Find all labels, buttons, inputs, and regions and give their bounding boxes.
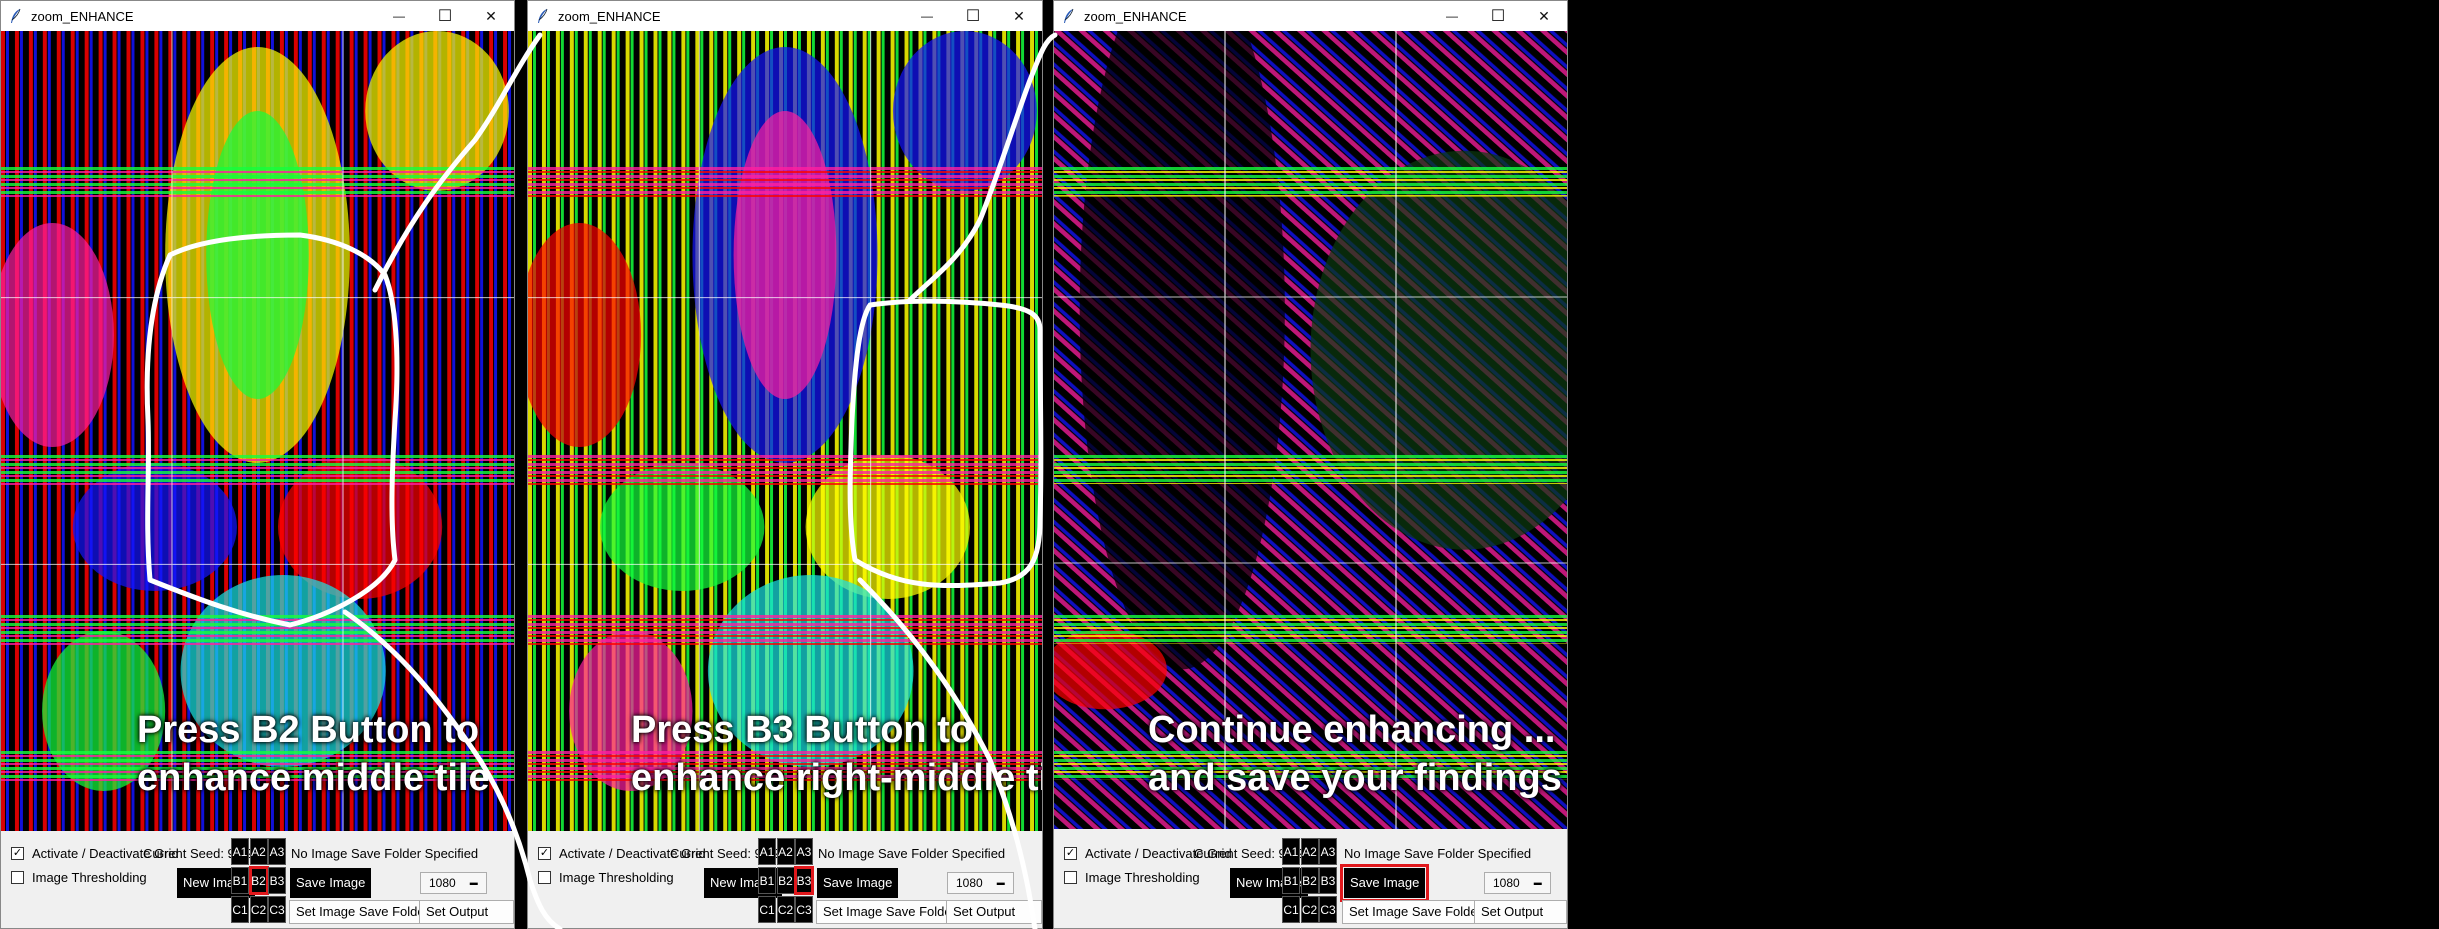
control-panel: ✓ Activate / Deactivate Grid Image Thresho… — [528, 836, 1042, 928]
tile-button-c2[interactable]: C2 — [249, 896, 268, 923]
tile-button-a2[interactable]: A2 — [776, 838, 795, 865]
tile-button-c3[interactable]: C3 — [268, 896, 286, 923]
title-bar: zoom_ENHANCE — ☐ ✕ — [1054, 1, 1567, 31]
checkbox-mark[interactable] — [1064, 871, 1077, 884]
set-output-resolution-button[interactable]: Set Output Resolution — [1474, 900, 1567, 928]
window-2: zoom_ENHANCE — ☐ ✕ Press B3 Button to enhanc… — [527, 0, 1043, 929]
tile-button-a1[interactable]: A1 — [1282, 838, 1300, 865]
resolution-dropdown[interactable]: 1080 ▬ — [1484, 872, 1551, 894]
window-title: zoom_ENHANCE — [1084, 8, 1187, 24]
tile-button-c2[interactable]: C2 — [776, 896, 795, 923]
window-1: zoom_ENHANCE — ☐ ✕ Press B2 Button to enhanc… — [0, 0, 515, 929]
dropdown-arrow-icon: ▬ — [996, 878, 1005, 887]
minimize-icon[interactable]: — — [1429, 1, 1475, 31]
tile-button-a1[interactable]: A1 — [758, 838, 776, 865]
dropdown-arrow-icon: ▬ — [1533, 878, 1542, 887]
tile-button-b3[interactable]: B3 — [794, 866, 814, 895]
title-bar: zoom_ENHANCE — ☐ ✕ — [1, 1, 514, 31]
close-icon[interactable]: ✕ — [468, 1, 514, 31]
maximize-icon[interactable]: ☐ — [1475, 1, 1521, 31]
checkbox-mark[interactable] — [11, 871, 24, 884]
control-panel: ✓ Activate / Deactivate Grid Image Thresho… — [1, 836, 514, 928]
minimize-icon[interactable]: — — [376, 1, 422, 31]
resolution-value: 1080 — [956, 876, 983, 890]
window-title: zoom_ENHANCE — [558, 8, 661, 24]
tile-button-b1[interactable]: B1 — [231, 867, 249, 894]
save-folder-status: No Image Save Folder Specified — [1344, 846, 1532, 861]
feather-app-icon — [1062, 8, 1076, 24]
thresholding-checkbox[interactable]: Image Thresholding — [11, 870, 147, 885]
tile-button-b1[interactable]: B1 — [758, 867, 776, 894]
checkbox-mark[interactable]: ✓ — [538, 847, 551, 860]
tile-button-a3[interactable]: A3 — [795, 838, 813, 865]
tile-button-c3[interactable]: C3 — [795, 896, 813, 923]
save-image-button[interactable]: Save Image — [1339, 864, 1430, 902]
thresholding-label: Image Thresholding — [559, 870, 674, 885]
close-icon[interactable]: ✕ — [996, 1, 1042, 31]
title-bar: zoom_ENHANCE — ☐ ✕ — [528, 1, 1042, 31]
resolution-value: 1080 — [1493, 876, 1520, 890]
tile-button-c1[interactable]: C1 — [758, 896, 776, 923]
checkbox-mark[interactable]: ✓ — [11, 847, 24, 860]
instruction-caption: Press B2 Button to enhance middle tile — [137, 709, 490, 799]
set-save-folder-button[interactable]: Set Image Save Folder — [1342, 900, 1489, 924]
tile-button-a1[interactable]: A1 — [231, 838, 249, 865]
tile-button-c1[interactable]: C1 — [1282, 896, 1300, 923]
tile-button-b2[interactable]: B2 — [1300, 867, 1319, 894]
resolution-dropdown[interactable]: 1080 ▬ — [947, 872, 1014, 894]
instruction-caption: Continue enhancing ... and save your fin… — [1148, 709, 1562, 799]
tile-button-c3[interactable]: C3 — [1319, 896, 1337, 923]
tile-button-a2[interactable]: A2 — [249, 838, 268, 865]
thresholding-checkbox[interactable]: Image Thresholding — [1064, 870, 1200, 885]
set-output-resolution-button[interactable]: Set Output Resolution — [419, 900, 514, 928]
feather-app-icon — [536, 8, 550, 24]
save-image-button[interactable]: Save Image — [817, 868, 899, 898]
thresholding-label: Image Thresholding — [1085, 870, 1200, 885]
thresholding-checkbox[interactable]: Image Thresholding — [538, 870, 674, 885]
feather-app-icon — [9, 8, 23, 24]
tile-button-c2[interactable]: C2 — [1300, 896, 1319, 923]
tile-button-b1[interactable]: B1 — [1282, 867, 1300, 894]
tile-button-a3[interactable]: A3 — [268, 838, 286, 865]
window-title: zoom_ENHANCE — [31, 8, 134, 24]
close-icon[interactable]: ✕ — [1521, 1, 1567, 31]
tile-button-b3[interactable]: B3 — [268, 867, 286, 894]
save-folder-status: No Image Save Folder Specified — [818, 846, 1006, 861]
tile-button-a3[interactable]: A3 — [1319, 838, 1337, 865]
thresholding-label: Image Thresholding — [32, 870, 147, 885]
set-output-resolution-button[interactable]: Set Output Resolution — [946, 900, 1042, 928]
set-save-folder-button[interactable]: Set Image Save Folder — [289, 900, 436, 924]
maximize-icon[interactable]: ☐ — [422, 1, 468, 31]
tile-button-b2[interactable]: B2 — [776, 867, 795, 894]
tile-button-b3[interactable]: B3 — [1319, 867, 1337, 894]
resolution-dropdown[interactable]: 1080 ▬ — [420, 872, 487, 894]
checkbox-mark[interactable]: ✓ — [1064, 847, 1077, 860]
tile-button-c1[interactable]: C1 — [231, 896, 249, 923]
window-3: zoom_ENHANCE — ☐ ✕ Continue enhancing ... an… — [1053, 0, 1568, 929]
control-panel: ✓ Activate / Deactivate Grid Image Thresho… — [1054, 836, 1567, 928]
dropdown-arrow-icon: ▬ — [469, 878, 478, 887]
save-image-button[interactable]: Save Image — [290, 868, 372, 898]
tile-button-a2[interactable]: A2 — [1300, 838, 1319, 865]
instruction-caption: Press B3 Button to enhance right-middle … — [631, 709, 1042, 799]
save-folder-status: No Image Save Folder Specified — [291, 846, 479, 861]
tile-button-b2[interactable]: B2 — [248, 866, 269, 895]
checkbox-mark[interactable] — [538, 871, 551, 884]
resolution-value: 1080 — [429, 876, 456, 890]
maximize-icon[interactable]: ☐ — [950, 1, 996, 31]
set-save-folder-button[interactable]: Set Image Save Folder — [816, 900, 963, 924]
minimize-icon[interactable]: — — [904, 1, 950, 31]
